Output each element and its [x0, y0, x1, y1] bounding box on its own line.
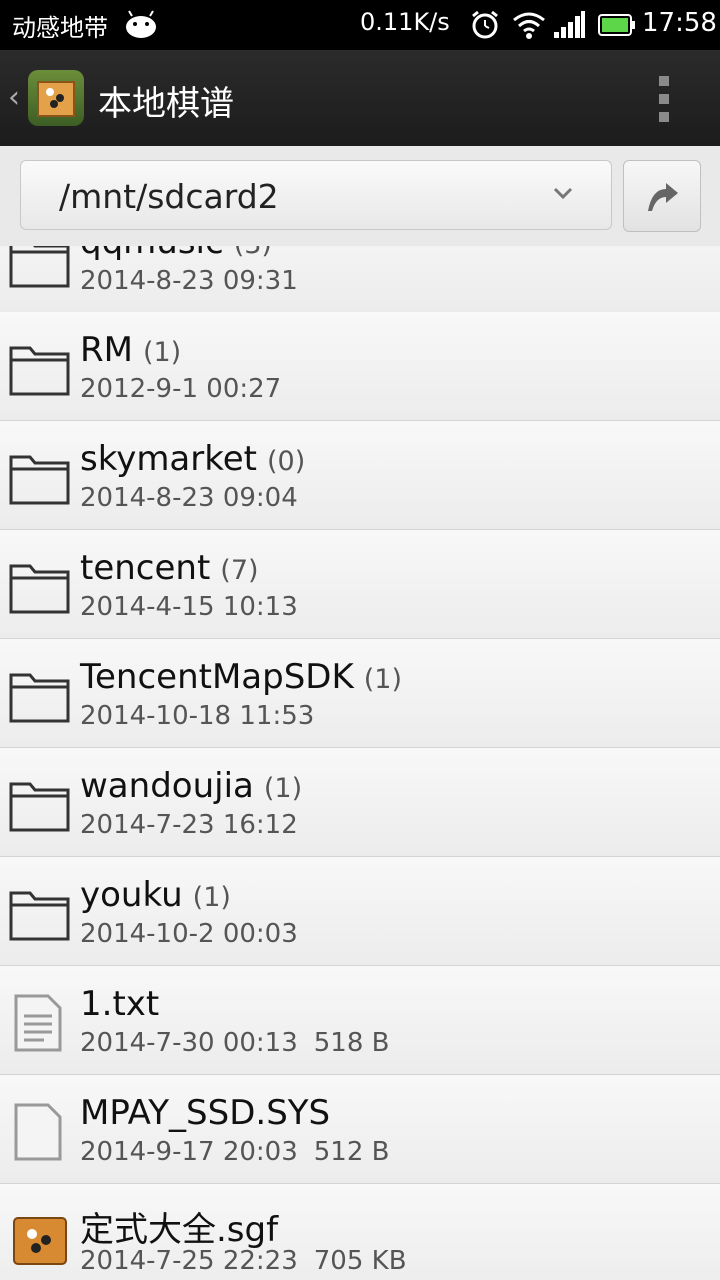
- list-item[interactable]: 定式大全.sgf 2014-7-25 22:23 705 KB: [0, 1184, 720, 1280]
- signal-icon: [554, 11, 585, 38]
- battery-icon: [598, 14, 635, 36]
- item-count: (1): [192, 882, 231, 913]
- list-item[interactable]: wandoujia (1) 2014-7-23 16:12: [0, 748, 720, 858]
- item-date: 2014-8-23 09:04: [80, 483, 298, 513]
- folder-icon: [9, 346, 70, 396]
- folder-icon: [9, 246, 70, 288]
- folder-icon: [9, 891, 70, 941]
- back-chevron-icon[interactable]: ‹: [8, 80, 20, 115]
- overflow-menu-icon[interactable]: [655, 74, 675, 124]
- item-date: 2014-10-18 11:53: [80, 701, 315, 731]
- list-item[interactable]: qqmusic (3) 2014-8-23 09:31: [0, 246, 720, 314]
- network-speed: 0.11K/s: [360, 8, 450, 36]
- item-date: 2014-10-2 00:03: [80, 919, 298, 949]
- item-name: skymarket: [80, 439, 257, 479]
- item-date: 2014-8-23 09:31: [80, 266, 298, 296]
- item-size: 518 B: [313, 1028, 390, 1058]
- status-bar: 动感地带 0.11K/s 17:58: [0, 0, 720, 50]
- item-name: TencentMapSDK: [80, 657, 354, 697]
- item-count: (7): [220, 555, 259, 586]
- folder-icon: [9, 673, 70, 723]
- item-date: 2012-9-1 00:27: [80, 374, 282, 404]
- item-size: 512 B: [313, 1137, 390, 1167]
- file-icon: [14, 1103, 62, 1161]
- android-icon: [126, 10, 156, 38]
- item-count: (1): [142, 337, 182, 368]
- list-item[interactable]: skymarket (0) 2014-8-23 09:04: [0, 421, 720, 531]
- wifi-icon: [513, 12, 545, 39]
- item-count: (1): [363, 664, 403, 695]
- path-bar: /mnt/sdcard2: [0, 146, 720, 246]
- item-name: wandoujia: [80, 766, 254, 806]
- item-name: MPAY_SSD.SYS: [80, 1093, 331, 1133]
- clock: 17:58: [642, 8, 717, 38]
- item-name: qqmusic: [80, 246, 224, 262]
- action-bar: ‹ 本地棋谱: [0, 50, 720, 148]
- item-date: 2014-7-30 00:13: [80, 1028, 298, 1058]
- current-path: /mnt/sdcard2: [59, 177, 279, 216]
- list-item[interactable]: youku (1) 2014-10-2 00:03: [0, 857, 720, 967]
- item-count: (3): [234, 246, 272, 260]
- text-file-icon: [14, 994, 62, 1052]
- list-item[interactable]: TencentMapSDK (1) 2014-10-18 11:53: [0, 639, 720, 749]
- parent-folder-button[interactable]: [623, 160, 701, 232]
- app-logo-icon[interactable]: [28, 70, 84, 126]
- item-size: 705 KB: [313, 1246, 407, 1276]
- page-title: 本地棋谱: [98, 84, 234, 124]
- item-date: 2014-4-15 10:13: [80, 592, 298, 622]
- folder-icon: [9, 564, 70, 614]
- item-name: 定式大全.sgf: [80, 1210, 279, 1250]
- path-dropdown[interactable]: /mnt/sdcard2: [20, 160, 612, 230]
- item-count: (0): [266, 446, 306, 477]
- item-count: (1): [263, 773, 303, 804]
- chevron-down-icon: [553, 187, 573, 200]
- file-list: qqmusic (3) 2014-8-23 09:31 RM (1) 2012-9-…: [0, 246, 720, 1280]
- go-board-icon: [13, 1217, 67, 1265]
- item-name: youku: [80, 875, 183, 915]
- list-item[interactable]: RM (1) 2012-9-1 00:27: [0, 312, 720, 422]
- folder-icon: [9, 455, 70, 505]
- folder-icon: [9, 782, 70, 832]
- item-name: tencent: [80, 548, 211, 588]
- item-date: 2014-7-23 16:12: [80, 810, 298, 840]
- item-name: 1.txt: [80, 984, 160, 1024]
- alarm-icon: [472, 10, 498, 39]
- up-arrow-icon: [648, 183, 678, 211]
- carrier-label: 动感地带: [12, 14, 108, 42]
- list-item[interactable]: MPAY_SSD.SYS 2014-9-17 20:03 512 B: [0, 1075, 720, 1185]
- item-date: 2014-7-25 22:23: [80, 1246, 298, 1276]
- item-name: RM: [80, 330, 133, 370]
- list-item[interactable]: 1.txt 2014-7-30 00:13 518 B: [0, 966, 720, 1076]
- item-date: 2014-9-17 20:03: [80, 1137, 298, 1167]
- list-item[interactable]: tencent (7) 2014-4-15 10:13: [0, 530, 720, 640]
